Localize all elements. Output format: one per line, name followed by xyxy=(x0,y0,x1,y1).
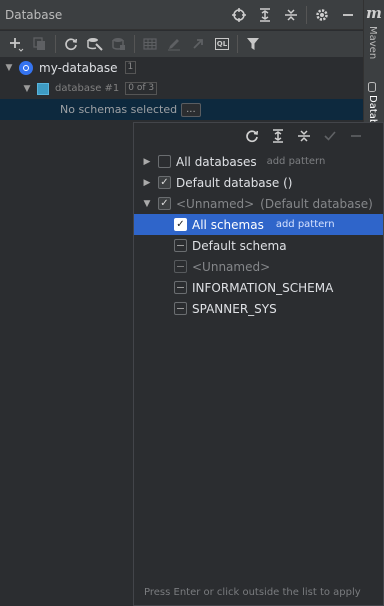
tree-row-status[interactable]: No schemas selected ... xyxy=(0,99,363,120)
namespace-count-badge: 0 of 3 xyxy=(125,82,158,95)
expand-all-icon[interactable] xyxy=(252,2,278,28)
query-console-label: QL xyxy=(214,38,230,50)
table-view-icon[interactable] xyxy=(138,32,162,56)
jump-icon[interactable] xyxy=(186,32,210,56)
chevron-right-icon[interactable]: ▶ xyxy=(140,178,154,188)
refresh-icon[interactable] xyxy=(239,124,265,148)
minus-icon[interactable] xyxy=(343,124,369,148)
checkbox-all-databases[interactable] xyxy=(158,155,171,168)
chevron-right-icon[interactable]: ▶ xyxy=(140,157,154,167)
checkbox-unnamed-schema[interactable] xyxy=(174,260,187,273)
schema-selection-popup: ▶ All databases add pattern ▶ ✓ Default … xyxy=(133,122,384,606)
checkbox-information-schema[interactable] xyxy=(174,281,187,294)
chevron-down-icon[interactable]: ▼ xyxy=(140,199,154,209)
schema-config-icon[interactable] xyxy=(83,32,107,56)
header-separator xyxy=(306,5,307,24)
schema-tree-list: ▶ All databases add pattern ▶ ✓ Default … xyxy=(134,151,383,319)
checkbox-default-schema[interactable] xyxy=(174,239,187,252)
no-schemas-text: No schemas selected xyxy=(60,103,178,116)
collapse-all-icon[interactable] xyxy=(291,124,317,148)
refresh-icon[interactable] xyxy=(59,32,83,56)
select-schemas-button[interactable]: ... xyxy=(181,102,201,117)
toolbar-separator xyxy=(134,35,135,53)
copy-icon[interactable] xyxy=(28,32,52,56)
spanner-sys-label: SPANNER_SYS xyxy=(192,301,277,316)
expand-all-icon[interactable] xyxy=(265,124,291,148)
chevron-down-icon[interactable]: ▼ xyxy=(3,63,15,73)
tool-window-header: Database xyxy=(0,0,363,30)
namespace-name: database #1 xyxy=(55,83,120,94)
row-unnamed-schema[interactable]: <Unnamed> xyxy=(134,256,383,277)
all-schemas-label: All schemas xyxy=(192,217,264,232)
popup-toolbar xyxy=(134,123,383,149)
default-schema-label: Default schema xyxy=(192,238,287,253)
row-unnamed-database[interactable]: ▼ ✓ <Unnamed> (Default database) xyxy=(134,193,383,214)
maven-logo-icon: m xyxy=(366,4,382,22)
popup-footer-hint: Press Enter or click outside the list to… xyxy=(144,587,361,598)
filter-icon[interactable] xyxy=(241,32,265,56)
settings-icon[interactable] xyxy=(309,2,335,28)
datasource-name: my-database xyxy=(39,60,118,75)
all-databases-label: All databases xyxy=(176,154,257,169)
row-default-schema[interactable]: Default schema xyxy=(134,235,383,256)
add-pattern-link[interactable]: add pattern xyxy=(267,156,326,167)
stop-icon[interactable] xyxy=(107,32,131,56)
tool-window-title: Database xyxy=(5,7,63,22)
information-schema-label: INFORMATION_SCHEMA xyxy=(192,280,334,295)
minimize-icon[interactable] xyxy=(335,2,361,28)
toolbar-separator xyxy=(237,35,238,53)
checkbox-spanner-sys[interactable] xyxy=(174,302,187,315)
checkbox-default-database[interactable]: ✓ xyxy=(158,176,171,189)
unnamed-database-label: <Unnamed> xyxy=(176,196,255,211)
row-all-databases[interactable]: ▶ All databases add pattern xyxy=(134,151,383,172)
database-tree: ▼ my-database 1 ▼ database #1 0 of 3 No … xyxy=(0,57,363,120)
check-icon[interactable] xyxy=(317,124,343,148)
row-default-database[interactable]: ▶ ✓ Default database () xyxy=(134,172,383,193)
row-information-schema[interactable]: INFORMATION_SCHEMA xyxy=(134,277,383,298)
datasource-icon xyxy=(19,60,33,75)
maven-tab[interactable]: Maven xyxy=(367,26,378,59)
crosshair-icon[interactable] xyxy=(226,2,252,28)
checkbox-unnamed-database[interactable]: ✓ xyxy=(158,197,171,210)
row-all-schemas[interactable]: ✓ All schemas add pattern xyxy=(134,214,383,235)
chevron-down-icon[interactable]: ▼ xyxy=(21,84,33,94)
unnamed-database-suffix: (Default database) xyxy=(260,196,373,211)
unnamed-schema-label: <Unnamed> xyxy=(192,259,271,274)
toolbar-separator xyxy=(55,35,56,53)
tree-row-datasource[interactable]: ▼ my-database 1 xyxy=(0,57,363,78)
datasource-count-badge: 1 xyxy=(124,61,137,74)
collapse-all-icon[interactable] xyxy=(278,2,304,28)
default-database-label: Default database () xyxy=(176,175,293,190)
namespace-icon xyxy=(37,82,49,95)
database-tab-icon xyxy=(368,82,376,92)
checkbox-all-schemas[interactable]: ✓ xyxy=(174,218,187,231)
tree-row-namespace[interactable]: ▼ database #1 0 of 3 xyxy=(0,78,363,99)
add-icon[interactable] xyxy=(4,32,28,56)
header-actions xyxy=(226,0,363,29)
edit-icon[interactable] xyxy=(162,32,186,56)
add-pattern-link[interactable]: add pattern xyxy=(276,219,335,230)
query-console-icon[interactable]: QL xyxy=(210,32,234,56)
database-toolbar: QL xyxy=(0,31,363,57)
row-spanner-sys[interactable]: SPANNER_SYS xyxy=(134,298,383,319)
